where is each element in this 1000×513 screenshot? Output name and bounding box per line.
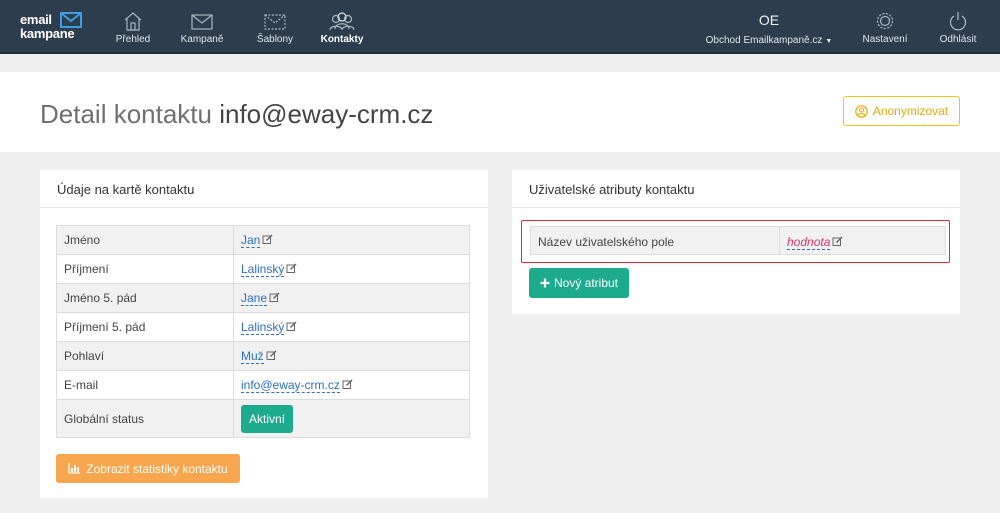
nav-kampane[interactable]: Kampaně — [180, 10, 224, 46]
table-row: Příjmení Lalinský — [56, 254, 470, 284]
edit-icon[interactable] — [286, 263, 297, 274]
table-row: Jméno Jan — [56, 225, 470, 255]
user-circle-icon — [855, 104, 868, 118]
edit-icon[interactable] — [286, 321, 297, 332]
show-stats-label: Zobrazit statistiky kontaktu — [86, 461, 228, 476]
table-row: Příjmení 5. pád Lalinský — [56, 312, 470, 342]
nav-kampane-label: Kampaně — [180, 34, 224, 45]
field-value-pohlavi[interactable]: Muž — [241, 349, 264, 364]
field-key: Příjmení — [56, 254, 234, 284]
field-value-prijmeni[interactable]: Lalinský — [241, 262, 285, 277]
attribute-row: Název uživatelského pole hodnota — [530, 226, 946, 255]
store-initials: OE — [758, 12, 780, 28]
bar-chart-icon — [68, 463, 81, 474]
page-title-prefix: Detail kontaktu — [40, 99, 212, 129]
nav-prehled[interactable]: Přehled — [113, 10, 153, 46]
edit-icon[interactable] — [342, 379, 353, 390]
caret-down-icon: ▼ — [825, 38, 833, 45]
field-key: Příjmení 5. pád — [56, 312, 234, 342]
nav-logout[interactable]: Odhlásit — [933, 10, 983, 46]
plus-icon — [540, 278, 550, 288]
nav-kontakty[interactable]: Kontakty — [320, 10, 364, 46]
brand-line-1: email — [20, 12, 52, 27]
field-key: Pohlaví — [56, 341, 234, 371]
new-attribute-label: Nový atribut — [553, 276, 619, 290]
field-value-email[interactable]: info@eway-crm.cz — [241, 378, 340, 393]
brand-line-2: kampane — [20, 26, 75, 41]
page-title-email: info@eway-crm.cz — [219, 99, 434, 129]
field-value-cell: Lalinský — [233, 254, 470, 284]
page-title: Detail kontaktu info@eway-crm.cz — [40, 99, 433, 130]
gear-icon — [876, 12, 894, 30]
template-icon — [264, 14, 286, 30]
power-icon — [949, 12, 967, 31]
table-row: Globální status Aktivní — [56, 399, 470, 438]
edit-icon[interactable] — [832, 236, 843, 247]
edit-icon[interactable] — [269, 292, 280, 303]
nav-settings-label: Nastavení — [862, 34, 908, 45]
field-key: E-mail — [56, 370, 234, 400]
contacts-icon — [329, 12, 355, 31]
brand-logo[interactable]: email kampane — [20, 12, 82, 42]
store-selector[interactable]: OE Obchod Emailkampaně.cz ▼ — [704, 12, 834, 46]
nav-kontakty-label: Kontakty — [320, 34, 364, 45]
contact-details-table: Jméno Jan Příjmení Lalinský Jméno 5. pád… — [56, 225, 470, 438]
envelope-icon — [191, 14, 213, 30]
status-active-button[interactable]: Aktivní — [241, 404, 294, 433]
edit-icon[interactable] — [266, 350, 277, 361]
edit-icon[interactable] — [262, 234, 273, 245]
home-icon — [124, 12, 142, 31]
field-key: Jméno — [56, 225, 234, 255]
custom-attributes-heading: Uživatelské atributy kontaktu — [512, 170, 960, 208]
nav-settings[interactable]: Nastavení — [860, 10, 910, 46]
field-value-prijmeni-5-pad[interactable]: Lalinský — [241, 320, 285, 335]
new-attribute-button[interactable]: Nový atribut — [529, 268, 629, 298]
field-value-cell: Muž — [233, 341, 470, 371]
custom-attributes-panel: Uživatelské atributy kontaktu Název uživ… — [512, 170, 960, 314]
field-value-jmeno[interactable]: Jan — [241, 233, 261, 248]
field-value-cell: info@eway-crm.cz — [233, 370, 470, 400]
anonymize-label: Anonymizovat — [872, 104, 949, 118]
top-navbar: email kampane Přehled Kampaně Šablony Ko… — [0, 0, 1000, 54]
attribute-value-cell: hodnota — [780, 227, 850, 254]
contact-details-heading: Údaje na kartě kontaktu — [40, 170, 488, 208]
highlight-box: Název uživatelského pole hodnota — [521, 220, 950, 263]
nav-logout-label: Odhlásit — [939, 34, 977, 45]
field-key: Jméno 5. pád — [56, 283, 234, 313]
field-value-jmeno-5-pad[interactable]: Jane — [241, 291, 268, 306]
table-row: Jméno 5. pád Jane — [56, 283, 470, 313]
nav-sablony-label: Šablony — [256, 34, 294, 45]
nav-sablony[interactable]: Šablony — [255, 10, 295, 46]
attribute-value[interactable]: hodnota — [787, 235, 831, 250]
field-key: Globální status — [56, 399, 234, 438]
field-value-cell: Jan — [233, 225, 470, 255]
nav-prehled-label: Přehled — [115, 34, 151, 45]
field-value-cell: Aktivní — [233, 399, 470, 438]
table-row: Pohlaví Muž — [56, 341, 470, 371]
anonymize-button[interactable]: Anonymizovat — [843, 96, 960, 126]
logo-envelope-icon — [60, 12, 82, 28]
show-stats-button[interactable]: Zobrazit statistiky kontaktu — [56, 454, 240, 483]
field-value-cell: Jane — [233, 283, 470, 313]
contact-details-panel: Údaje na kartě kontaktu Jméno Jan Příjme… — [40, 170, 488, 498]
store-label: Obchod Emailkampaně.cz — [705, 35, 823, 46]
table-row: E-mail info@eway-crm.cz — [56, 370, 470, 400]
attribute-key: Název uživatelského pole — [531, 227, 780, 254]
field-value-cell: Lalinský — [233, 312, 470, 342]
